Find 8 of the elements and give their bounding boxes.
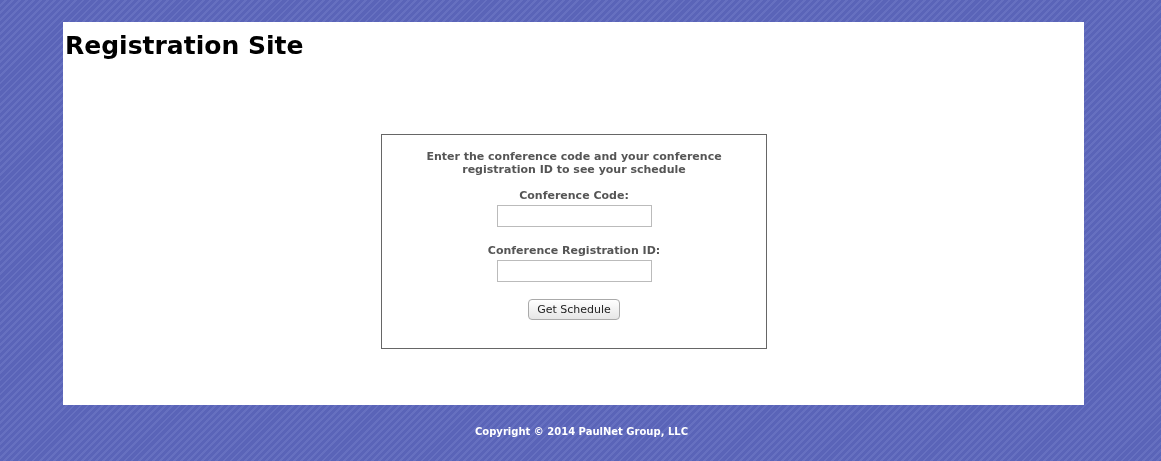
input-field[interactable] [496,260,652,282]
field-label: Conference Registration ID: [487,244,661,257]
get-schedule-button[interactable]: Get Schedule [528,299,620,320]
instructions-text: Enter the conference code and your conference registration ID to see your schedule [425,150,723,176]
site-title: Registration Site [65,32,305,60]
field-label: Conference Code: [519,189,629,202]
copyright-text: Copyright © 2014 PaulNet Group, LLC [475,426,688,437]
input-field[interactable] [496,205,652,227]
